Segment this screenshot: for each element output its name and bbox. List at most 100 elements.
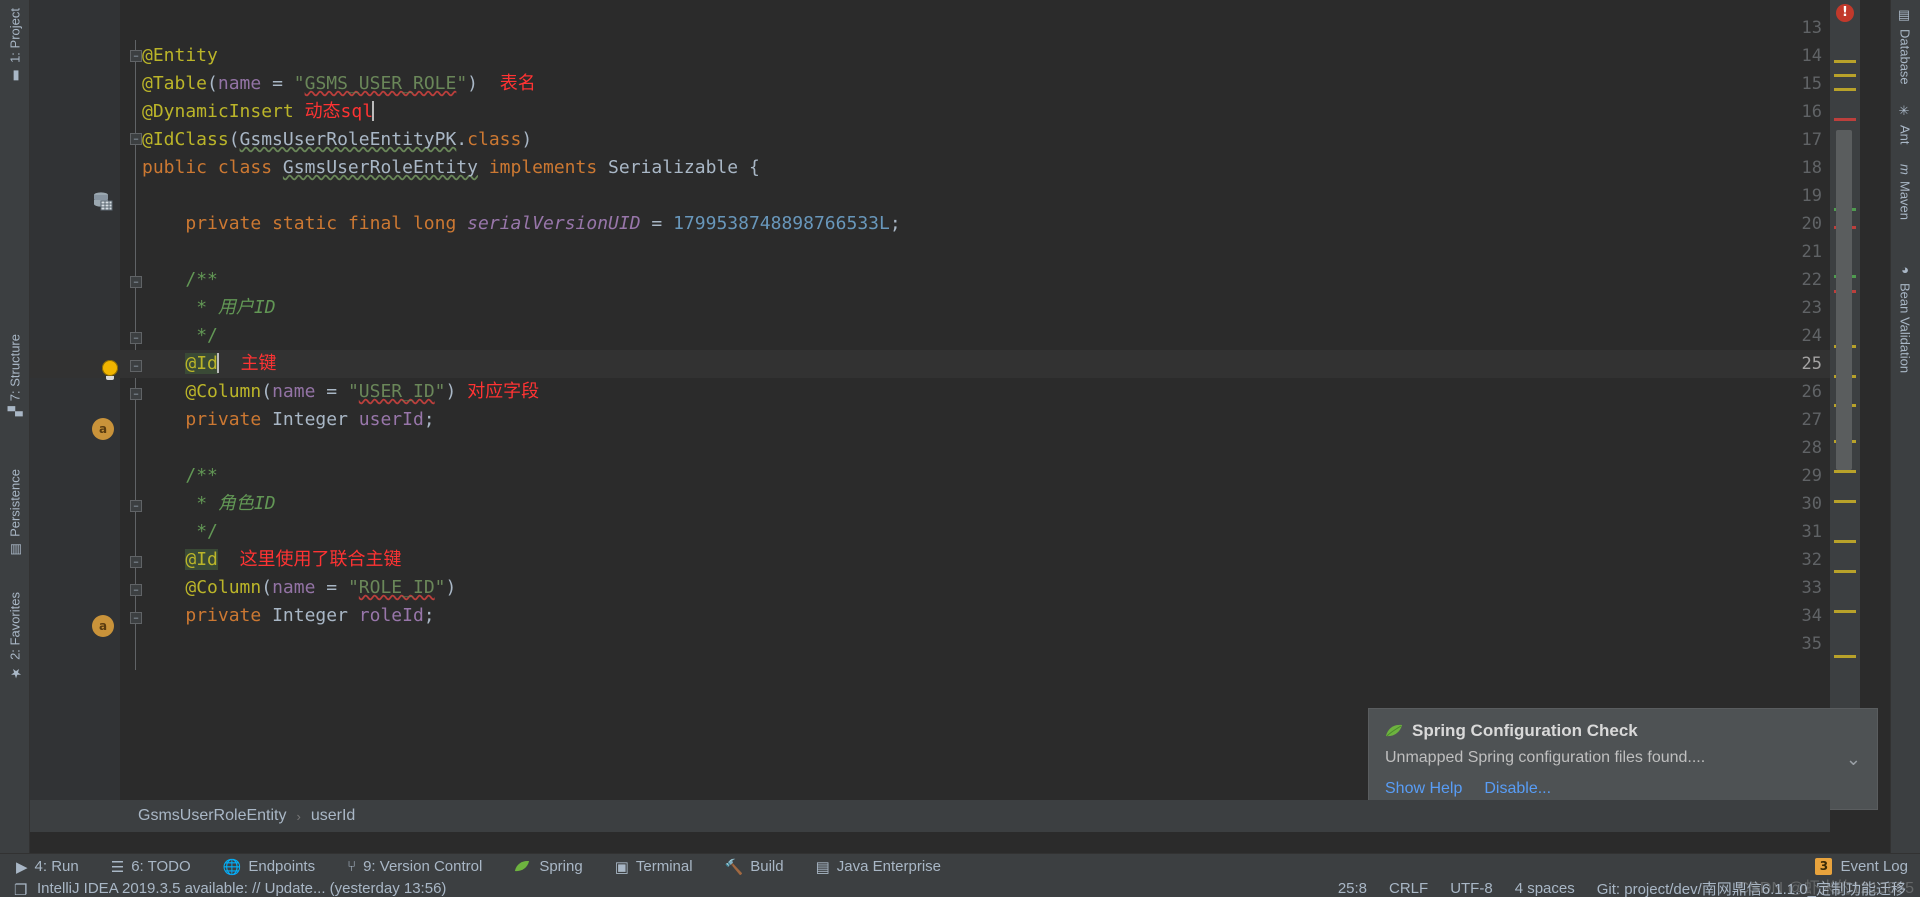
git-branch[interactable]: Git: project/dev/南网鼎信6.1.1.0_定制功能迁移: [1597, 878, 1906, 897]
fold-collapse-icon[interactable]: −: [130, 584, 142, 596]
line-content[interactable]: private Integer userId;: [120, 406, 434, 434]
tool-button-endpoints[interactable]: 🌐 Endpoints: [207, 858, 331, 876]
editor-line[interactable]: 28: [30, 434, 1830, 462]
editor-line[interactable]: 13: [30, 14, 1830, 42]
fold-collapse-icon[interactable]: −: [130, 133, 142, 145]
line-content[interactable]: */: [120, 518, 218, 546]
editor-line[interactable]: 32 @Id 这里使用了联合主键: [30, 546, 1830, 574]
primary-key-icon[interactable]: a: [92, 615, 114, 637]
editor-line[interactable]: 33 @Column(name = "ROLE_ID"): [30, 574, 1830, 602]
error-count-badge[interactable]: !: [1836, 4, 1854, 22]
line-separator[interactable]: CRLF: [1389, 880, 1428, 897]
sidebar-item-project[interactable]: ▮ 1: Project: [0, 4, 30, 87]
sidebar-item-maven[interactable]: m Maven: [1890, 160, 1920, 224]
sidebar-item-database[interactable]: ▤ Database: [1890, 4, 1920, 89]
fold-collapse-icon[interactable]: −: [130, 50, 142, 62]
line-content[interactable]: /**: [120, 462, 218, 490]
line-content[interactable]: @Id 主键: [120, 350, 277, 378]
line-content[interactable]: public class GsmsUserRoleEntity implemen…: [120, 154, 760, 182]
fold-collapse-icon[interactable]: −: [130, 500, 142, 512]
stripe-mark[interactable]: [1834, 60, 1856, 63]
stripe-mark[interactable]: [1834, 88, 1856, 91]
primary-key-icon[interactable]: a: [92, 418, 114, 440]
sidebar-item-ant[interactable]: ✳ Ant: [1890, 100, 1920, 149]
editor-line[interactable]: 27 private Integer userId;: [30, 406, 1830, 434]
stripe-mark[interactable]: [1834, 610, 1856, 613]
code-editor[interactable]: 13 14 @Entity 15 @Table(name = "GSMS_USER_RO…: [30, 0, 1830, 800]
sidebar-item-bean-validation[interactable]: ◕ Bean Validation: [1890, 258, 1920, 377]
lightbulb-icon[interactable]: [102, 360, 118, 380]
tool-button-terminal[interactable]: ▣ Terminal: [599, 858, 709, 876]
editor-line[interactable]: 25 @Id 主键: [30, 350, 1830, 378]
editor-line[interactable]: 30 * 角色ID: [30, 490, 1830, 518]
line-content[interactable]: * 用户ID: [120, 294, 275, 322]
status-message-area[interactable]: ❐ IntelliJ IDEA 2019.3.5 available: // U…: [0, 880, 446, 897]
caret-position[interactable]: 25:8: [1338, 880, 1367, 897]
notification-balloon[interactable]: Spring Configuration Check Unmapped Spri…: [1368, 708, 1878, 810]
breadcrumb-item-class[interactable]: GsmsUserRoleEntity: [138, 807, 286, 825]
fold-expand-icon[interactable]: −: [130, 556, 142, 568]
editor-line[interactable]: 29 /**: [30, 462, 1830, 490]
editor-line[interactable]: 19: [30, 182, 1830, 210]
line-content[interactable]: @Column(name = "ROLE_ID"): [120, 574, 456, 602]
fold-expand-icon[interactable]: −: [130, 612, 142, 624]
tool-button-java-enterprise[interactable]: ▤ Java Enterprise: [800, 858, 957, 876]
stripe-mark[interactable]: [1834, 655, 1856, 658]
editor-line[interactable]: 15 @Table(name = "GSMS_USER_ROLE") 表名: [30, 70, 1830, 98]
tool-button-run[interactable]: ▶ 4: Run: [0, 858, 95, 876]
file-encoding[interactable]: UTF-8: [1450, 880, 1493, 897]
stripe-mark[interactable]: [1834, 470, 1856, 473]
tool-button-label: 6: TODO: [131, 858, 191, 875]
chevron-down-icon[interactable]: ⌄: [1846, 749, 1861, 770]
event-log-button[interactable]: 3 Event Log: [1815, 858, 1920, 875]
line-content[interactable]: @Table(name = "GSMS_USER_ROLE") 表名: [120, 70, 536, 98]
tool-button-todo[interactable]: ☰ 6: TODO: [95, 858, 207, 876]
fold-expand-icon[interactable]: −: [130, 388, 142, 400]
editor-line[interactable]: 21: [30, 238, 1830, 266]
breadcrumb-item-field[interactable]: userId: [311, 807, 355, 825]
editor-scrollbar-thumb[interactable]: [1836, 130, 1852, 470]
line-content[interactable]: private Integer roleId;: [120, 602, 434, 630]
tool-button-version-control[interactable]: ⑂ 9: Version Control: [331, 858, 498, 875]
editor-line[interactable]: 35: [30, 630, 1830, 658]
sidebar-item-structure[interactable]: ▞ 7: Structure: [0, 330, 30, 420]
stripe-mark[interactable]: [1834, 570, 1856, 573]
stripe-mark[interactable]: [1834, 118, 1856, 121]
breadcrumb[interactable]: GsmsUserRoleEntity › userId: [30, 800, 1830, 832]
stripe-mark[interactable]: [1834, 74, 1856, 77]
editor-line[interactable]: 18 public class GsmsUserRoleEntity implem…: [30, 154, 1830, 182]
editor-line[interactable]: 24 */: [30, 322, 1830, 350]
editor-error-stripe[interactable]: [1830, 0, 1860, 800]
fold-collapse-icon[interactable]: −: [130, 276, 142, 288]
status-message[interactable]: IntelliJ IDEA 2019.3.5 available: // Upd…: [37, 880, 446, 897]
editor-line[interactable]: 22 /**: [30, 266, 1830, 294]
stripe-mark[interactable]: [1834, 500, 1856, 503]
tool-button-spring[interactable]: Spring: [498, 858, 598, 875]
show-help-link[interactable]: Show Help: [1385, 780, 1462, 798]
editor-line[interactable]: 16 @DynamicInsert 动态sql: [30, 98, 1830, 126]
stripe-mark[interactable]: [1834, 540, 1856, 543]
sidebar-item-persistence[interactable]: ▥ Persistence: [0, 465, 30, 561]
indent-setting[interactable]: 4 spaces: [1515, 880, 1575, 897]
line-content[interactable]: * 角色ID: [120, 490, 275, 518]
sidebar-item-favorites[interactable]: ★ 2: Favorites: [0, 588, 30, 684]
bottom-tool-window-bar: ▶ 4: Run ☰ 6: TODO 🌐 Endpoints ⑂ 9: Vers…: [0, 853, 1920, 879]
editor-line[interactable]: 14 @Entity: [30, 42, 1830, 70]
editor-line[interactable]: 20 private static final long serialVersi…: [30, 210, 1830, 238]
editor-line[interactable]: 34 private Integer roleId;: [30, 602, 1830, 630]
fold-expand-icon[interactable]: −: [130, 332, 142, 344]
fold-collapse-icon[interactable]: −: [130, 360, 142, 372]
line-content[interactable]: @DynamicInsert 动态sql: [120, 98, 375, 126]
disable-link[interactable]: Disable...: [1484, 780, 1551, 798]
editor-line[interactable]: 31 */: [30, 518, 1830, 546]
database-entity-icon[interactable]: [92, 190, 114, 212]
line-content[interactable]: @Id 这里使用了联合主键: [120, 546, 402, 574]
tool-button-build[interactable]: 🔨 Build: [709, 858, 800, 876]
line-content[interactable]: @Column(name = "USER_ID") 对应字段: [120, 378, 539, 406]
editor-line[interactable]: 17 @IdClass(GsmsUserRoleEntityPK.class): [30, 126, 1830, 154]
line-content[interactable]: private static final long serialVersionU…: [120, 210, 900, 238]
sidebar-item-label: 7: Structure: [7, 334, 23, 402]
line-content[interactable]: @IdClass(GsmsUserRoleEntityPK.class): [120, 126, 532, 154]
editor-line[interactable]: 23 * 用户ID: [30, 294, 1830, 322]
editor-line[interactable]: 26 @Column(name = "USER_ID") 对应字段: [30, 378, 1830, 406]
